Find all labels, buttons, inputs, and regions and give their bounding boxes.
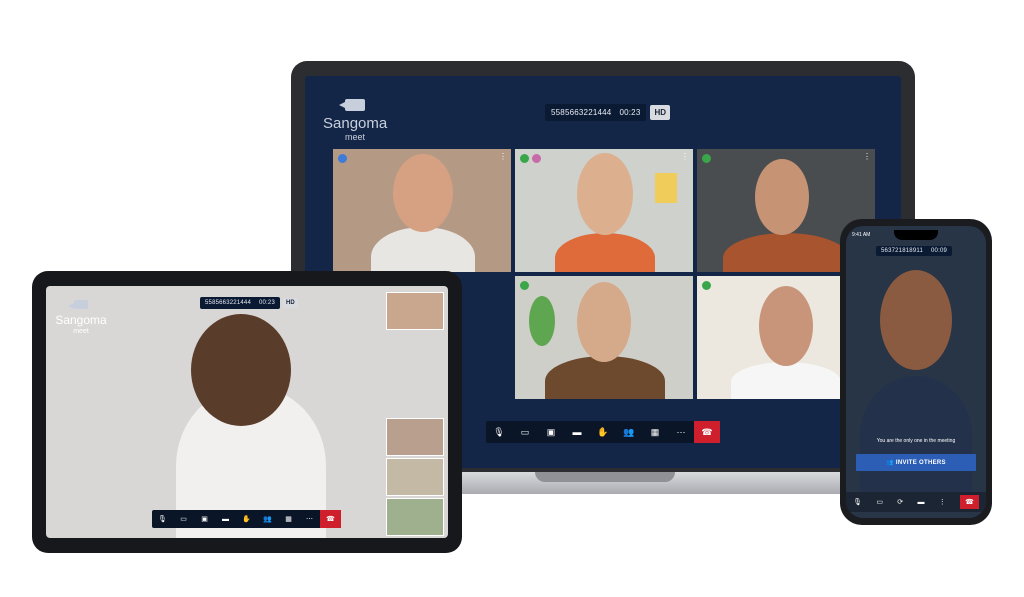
chat-button[interactable]: ▬ [917, 499, 924, 506]
raise-hand-button[interactable]: ✋ [236, 510, 257, 528]
meeting-info: 5585663221444 00:23 HD [200, 297, 298, 309]
thumbnail-tile[interactable] [386, 458, 444, 496]
meeting-id-pill: 5585663221444 00:23 [545, 104, 647, 121]
brand-name: Sangoma [55, 313, 107, 327]
mic-button[interactable]: 🎙 [853, 498, 862, 506]
invite-others-button[interactable]: 👥 INVITE OTHERS [856, 454, 976, 471]
end-call-button[interactable]: ☎ [960, 495, 979, 509]
video-tile[interactable] [515, 276, 693, 399]
share-screen-button[interactable]: ▣ [538, 421, 564, 443]
video-tile[interactable]: ⋮ [333, 149, 511, 272]
hd-badge: HD [650, 105, 671, 120]
meeting-notice: You are the only one in the meeting [876, 438, 956, 444]
people-icon: 👥 [886, 460, 896, 466]
brand-name: Sangoma [323, 115, 388, 132]
brand-sub: meet [73, 328, 89, 335]
invite-label: INVITE OTHERS [895, 460, 946, 466]
signal-icon [520, 154, 529, 163]
hd-badge: HD [283, 298, 298, 308]
more-options-button[interactable]: ⋯ [668, 421, 694, 443]
tile-view-button[interactable]: ▦ [278, 510, 299, 528]
speaker-head [880, 270, 952, 370]
status-time: 9:41 AM [852, 232, 871, 238]
more-icon[interactable]: ⋮ [681, 153, 689, 161]
video-tile[interactable]: ⋮ [515, 149, 693, 272]
meeting-timer: 00:23 [258, 300, 275, 306]
meeting-timer: 00:09 [931, 248, 948, 254]
meeting-id: 563721818911 [881, 248, 923, 254]
meeting-timer: 00:23 [619, 108, 641, 117]
brand-sub: meet [344, 132, 365, 142]
more-options-button[interactable]: ⋯ [299, 510, 320, 528]
meeting-id-pill: 5585663221444 00:23 [200, 297, 280, 309]
tile-view-button[interactable]: ▦ [642, 421, 668, 443]
thumbnail-tile[interactable] [386, 498, 444, 536]
camera-button[interactable]: ▭ [876, 498, 883, 506]
camera-logo-icon [339, 99, 365, 111]
call-toolbar: 🎙 ▭ ▣ ▬ ✋ 👥 ▦ ⋯ ☎ [152, 510, 341, 528]
signal-icon [702, 154, 711, 163]
end-call-button[interactable]: ☎ [694, 421, 720, 443]
call-toolbar: 🎙 ▭ ▣ ▬ ✋ 👥 ▦ ⋯ ☎ [486, 421, 720, 443]
mic-off-button[interactable]: 🎙 [486, 421, 512, 443]
camera-logo-icon [68, 300, 88, 309]
phone-screen: 9:41 AM 563721818911 00:09 You are the o… [846, 226, 986, 518]
participants-button[interactable]: 👥 [616, 421, 642, 443]
pin-icon [338, 154, 347, 163]
main-speaker-head [191, 314, 291, 426]
tablet-screen: Sangoma meet 5585663221444 00:23 HD 🎙 ▭ … [46, 286, 448, 538]
raise-hand-button[interactable]: ✋ [590, 421, 616, 443]
brand-logo: Sangoma meet [323, 98, 387, 142]
switch-camera-button[interactable]: ⟳ [897, 498, 903, 506]
mic-off-button[interactable]: 🎙 [152, 510, 173, 528]
meeting-id: 5585663221444 [205, 300, 251, 306]
hand-icon [532, 154, 541, 163]
chat-button[interactable]: ▬ [215, 510, 236, 528]
thumbnail-tile[interactable] [386, 292, 444, 330]
share-screen-button[interactable]: ▣ [194, 510, 215, 528]
signal-icon [702, 281, 711, 290]
brand-logo: Sangoma meet [52, 296, 110, 337]
laptop-notch [535, 472, 675, 482]
camera-off-button[interactable]: ▭ [173, 510, 194, 528]
signal-icon [520, 281, 529, 290]
chat-button[interactable]: ▬ [564, 421, 590, 443]
meeting-id: 5585663221444 [551, 108, 612, 117]
phone-notch [894, 230, 938, 240]
phone-toolbar: 🎙 ▭ ⟳ ▬ ⋮ ☎ [846, 492, 986, 512]
meeting-info: 5585663221444 00:23 HD [545, 104, 671, 121]
camera-off-button[interactable]: ▭ [512, 421, 538, 443]
more-options-button[interactable]: ⋮ [939, 498, 946, 506]
end-call-button[interactable]: ☎ [320, 510, 341, 528]
more-icon[interactable]: ⋮ [863, 153, 871, 161]
speaker-body [860, 376, 972, 496]
meeting-id-pill: 563721818911 00:09 [876, 246, 953, 256]
more-icon[interactable]: ⋮ [499, 153, 507, 161]
participants-button[interactable]: 👥 [257, 510, 278, 528]
thumbnail-tile[interactable] [386, 418, 444, 456]
